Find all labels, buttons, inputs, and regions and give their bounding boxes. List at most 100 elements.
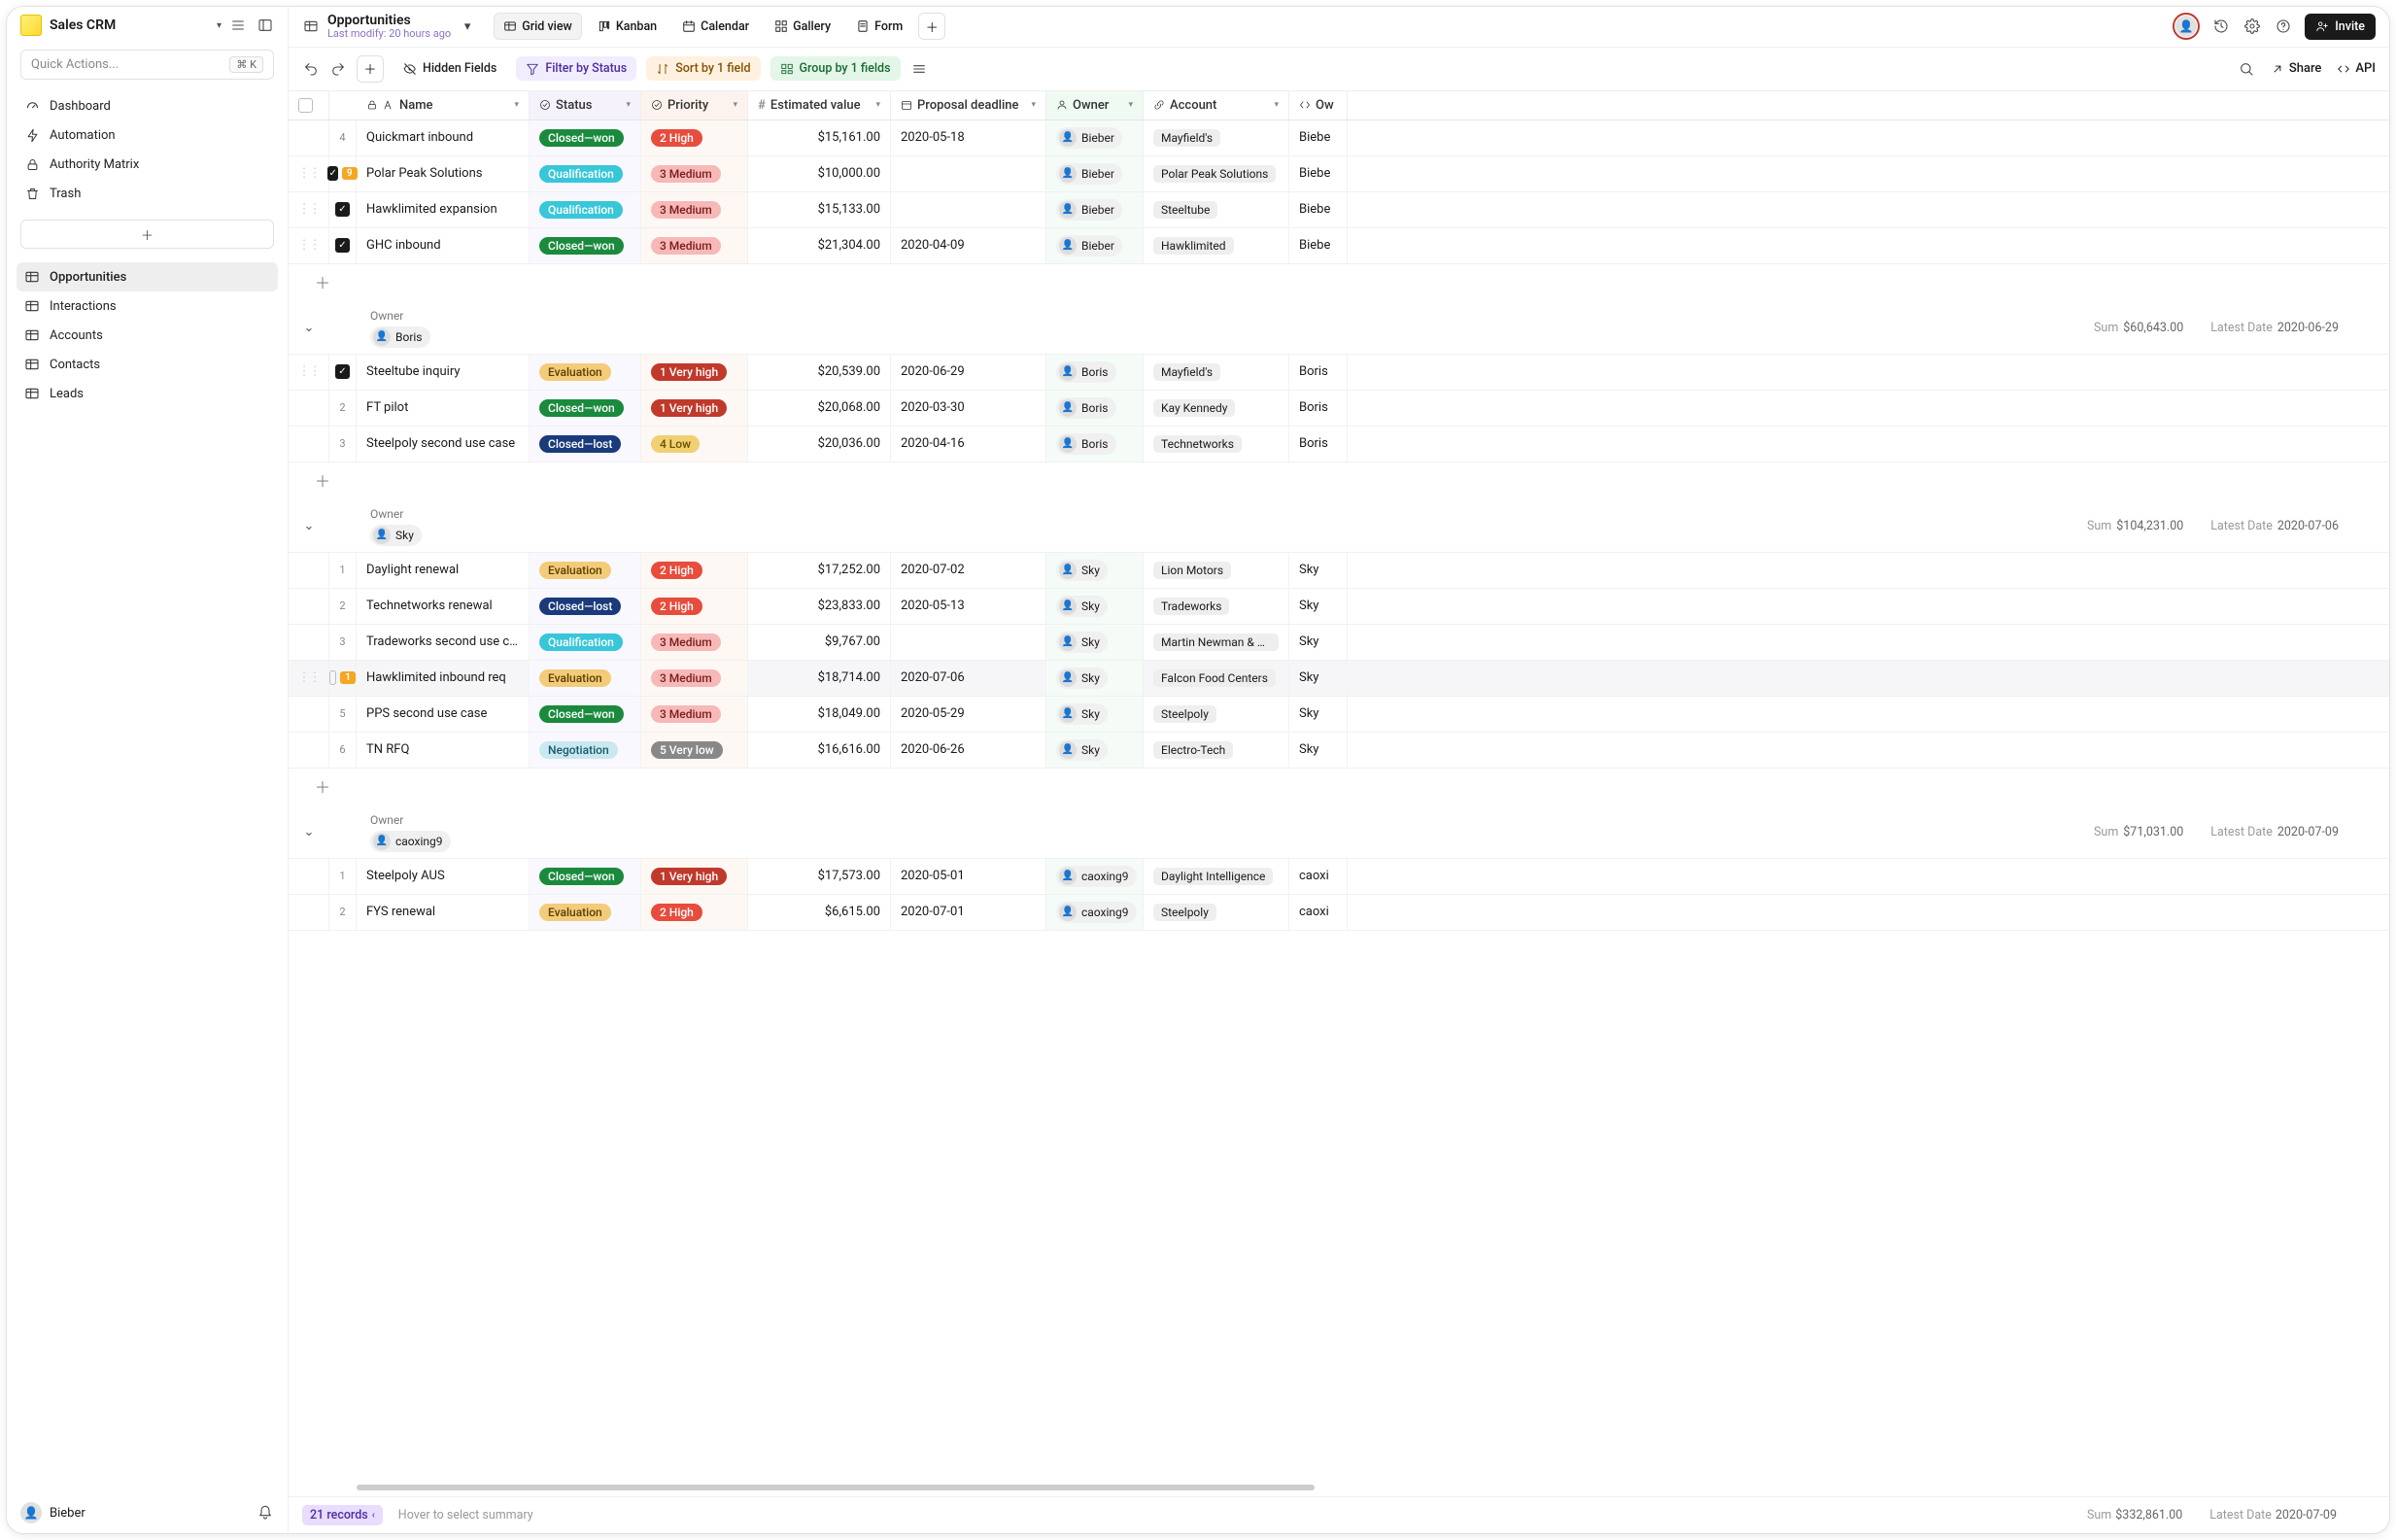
- row-index[interactable]: 9: [329, 156, 357, 191]
- cell-name[interactable]: Steelpoly second use case: [357, 427, 530, 462]
- cell-owner-text[interactable]: caoxi: [1289, 859, 1348, 894]
- cell-value[interactable]: $15,133.00: [748, 192, 891, 227]
- cell-priority[interactable]: 2 High: [641, 589, 748, 624]
- col-priority[interactable]: Priority▾: [641, 91, 748, 120]
- col-owner[interactable]: Owner▾: [1046, 91, 1144, 120]
- row-index[interactable]: 1: [329, 859, 357, 894]
- cell-deadline[interactable]: 2020-07-06: [891, 661, 1046, 696]
- row-handle[interactable]: [289, 427, 329, 462]
- table-row[interactable]: ⋮⋮ 9 Polar Peak Solutions Qualification …: [289, 156, 2389, 192]
- row-handle[interactable]: ⋮⋮: [289, 661, 329, 696]
- cell-deadline[interactable]: 2020-04-16: [891, 427, 1046, 462]
- add-view-button[interactable]: ＋: [918, 13, 945, 40]
- insert-button[interactable]: ＋: [357, 55, 384, 83]
- cell-status[interactable]: Qualification: [530, 156, 641, 191]
- cell-value[interactable]: $20,539.00: [748, 355, 891, 390]
- cell-owner[interactable]: 👤Sky: [1046, 697, 1144, 732]
- presence-avatar[interactable]: 👤: [2173, 13, 2200, 40]
- row-index[interactable]: [329, 192, 357, 227]
- row-index[interactable]: 1: [329, 553, 357, 588]
- chevron-down-icon[interactable]: ▾: [459, 17, 476, 35]
- cell-owner[interactable]: 👤caoxing9: [1046, 859, 1144, 894]
- cell-owner[interactable]: 👤Bieber: [1046, 156, 1144, 191]
- cell-value[interactable]: $9,767.00: [748, 625, 891, 660]
- cell-priority[interactable]: 5 Very low: [641, 733, 748, 768]
- row-handle[interactable]: [289, 553, 329, 588]
- cell-owner[interactable]: 👤Sky: [1046, 553, 1144, 588]
- cell-owner[interactable]: 👤Bieber: [1046, 120, 1144, 155]
- table-accounts[interactable]: Accounts: [17, 321, 278, 350]
- table-row[interactable]: 4 Quickmart inbound Closed—won 2 High $1…: [289, 120, 2389, 156]
- table-row[interactable]: ⋮⋮ Hawklimited expansion Qualification 3…: [289, 192, 2389, 228]
- row-index[interactable]: [329, 355, 357, 390]
- chevron-down-icon[interactable]: ⌄: [300, 320, 318, 337]
- cell-value[interactable]: $15,161.00: [748, 120, 891, 155]
- cell-account[interactable]: Steeltube: [1144, 192, 1289, 227]
- table-row[interactable]: 2 FT pilot Closed—won 1 Very high $20,06…: [289, 391, 2389, 427]
- cell-value[interactable]: $18,714.00: [748, 661, 891, 696]
- cell-name[interactable]: FT pilot: [357, 391, 530, 426]
- cell-name[interactable]: GHC inbound: [357, 228, 530, 263]
- cell-value[interactable]: $18,049.00: [748, 697, 891, 732]
- col-status[interactable]: Status▾: [530, 91, 641, 120]
- cell-value[interactable]: $20,036.00: [748, 427, 891, 462]
- cell-owner-text[interactable]: Sky: [1289, 661, 1348, 696]
- row-index[interactable]: [329, 228, 357, 263]
- cell-owner[interactable]: 👤Bieber: [1046, 228, 1144, 263]
- cell-owner-text[interactable]: Biebe: [1289, 120, 1348, 155]
- row-index[interactable]: 5: [329, 697, 357, 732]
- cell-owner[interactable]: 👤Boris: [1046, 391, 1144, 426]
- row-index[interactable]: 2: [329, 391, 357, 426]
- cell-name[interactable]: Quickmart inbound: [357, 120, 530, 155]
- view-gallery[interactable]: Gallery: [765, 13, 840, 40]
- cell-status[interactable]: Closed—won: [530, 120, 641, 155]
- row-index[interactable]: 1: [329, 661, 357, 696]
- row-handle[interactable]: ⋮⋮: [289, 156, 329, 191]
- cell-account[interactable]: Lion Motors: [1144, 553, 1289, 588]
- cell-deadline[interactable]: 2020-06-26: [891, 733, 1046, 768]
- cell-name[interactable]: FYS renewal: [357, 895, 530, 930]
- workspace-switcher[interactable]: Sales CRM ▾: [50, 17, 222, 33]
- cell-deadline[interactable]: [891, 625, 1046, 660]
- cell-owner-text[interactable]: Sky: [1289, 589, 1348, 624]
- cell-priority[interactable]: 2 High: [641, 120, 748, 155]
- nav-trash[interactable]: Trash: [17, 179, 278, 208]
- row-index[interactable]: 2: [329, 895, 357, 930]
- table-row[interactable]: ⋮⋮ GHC inbound Closed—won 3 Medium $21,3…: [289, 228, 2389, 264]
- col-name[interactable]: Name▾: [357, 91, 530, 120]
- cell-owner[interactable]: 👤caoxing9: [1046, 895, 1144, 930]
- cell-deadline[interactable]: 2020-04-09: [891, 228, 1046, 263]
- cell-deadline[interactable]: 2020-03-30: [891, 391, 1046, 426]
- cell-value[interactable]: $16,616.00: [748, 733, 891, 768]
- cell-owner[interactable]: 👤Boris: [1046, 427, 1144, 462]
- cell-priority[interactable]: 4 Low: [641, 427, 748, 462]
- cell-owner-text[interactable]: Boris: [1289, 391, 1348, 426]
- view-kanban[interactable]: Kanban: [588, 13, 667, 40]
- table-row[interactable]: 1 Steelpoly AUS Closed—won 1 Very high $…: [289, 859, 2389, 895]
- col-account[interactable]: Account▾: [1144, 91, 1289, 120]
- cell-status[interactable]: Evaluation: [530, 355, 641, 390]
- cell-owner[interactable]: 👤Sky: [1046, 733, 1144, 768]
- cell-priority[interactable]: 1 Very high: [641, 391, 748, 426]
- cell-name[interactable]: Technetworks renewal: [357, 589, 530, 624]
- table-row[interactable]: 3 Steelpoly second use case Closed—lost …: [289, 427, 2389, 462]
- cell-priority[interactable]: 2 High: [641, 553, 748, 588]
- view-calendar[interactable]: Calendar: [672, 13, 759, 40]
- cell-status[interactable]: Closed—lost: [530, 427, 641, 462]
- row-index[interactable]: 6: [329, 733, 357, 768]
- row-handle[interactable]: [289, 589, 329, 624]
- cell-account[interactable]: Steelpoly: [1144, 895, 1289, 930]
- cell-name[interactable]: Hawklimited inbound req: [357, 661, 530, 696]
- cell-status[interactable]: Closed—won: [530, 228, 641, 263]
- data-grid[interactable]: Name▾ Status▾ Priority▾ #Estimated value…: [289, 91, 2389, 1485]
- collapse-sidebar-icon[interactable]: [257, 17, 274, 34]
- cell-status[interactable]: Evaluation: [530, 661, 641, 696]
- row-handle[interactable]: [289, 859, 329, 894]
- nav-dashboard[interactable]: Dashboard: [17, 91, 278, 120]
- history-icon[interactable]: [2211, 17, 2231, 36]
- group-button[interactable]: Group by 1 fields: [770, 56, 901, 81]
- list-icon[interactable]: [229, 17, 247, 34]
- cell-account[interactable]: Hawklimited: [1144, 228, 1289, 263]
- cell-status[interactable]: Closed—won: [530, 697, 641, 732]
- add-row-button[interactable]: ＋: [289, 462, 2389, 497]
